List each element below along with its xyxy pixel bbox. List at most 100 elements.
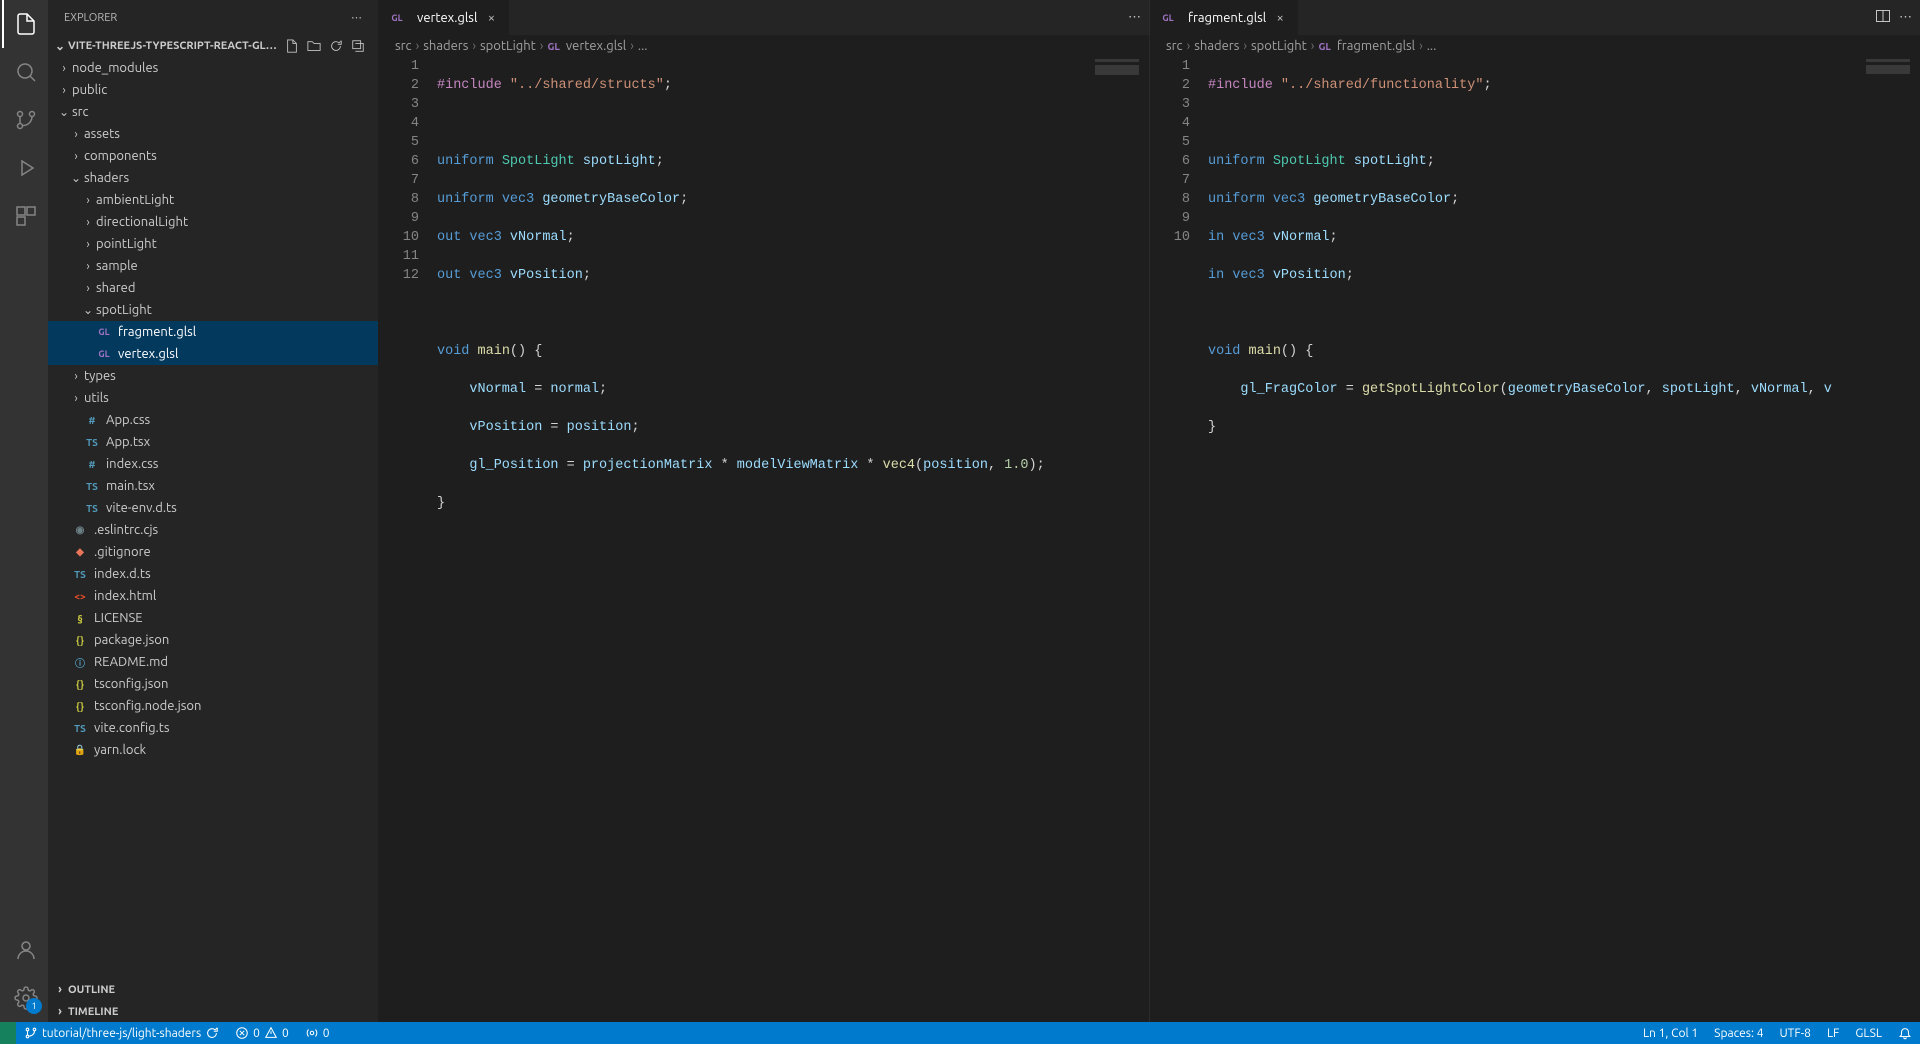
tree-file-gitignore[interactable]: ◆.gitignore (48, 541, 378, 563)
new-file-button[interactable] (282, 36, 302, 56)
activity-account[interactable] (2, 926, 50, 974)
tree-file-tsconfig[interactable]: {}tsconfig.json (48, 673, 378, 695)
code-content: #include "../shared/functionality"; unif… (1208, 57, 1920, 1022)
code-editor[interactable]: 12345678910 #include "../shared/function… (1150, 57, 1920, 1022)
minimap[interactable] (1089, 57, 1149, 1022)
status-language[interactable]: GLSL (1847, 1022, 1890, 1044)
tree-folder-utils[interactable]: ›utils (48, 387, 378, 409)
tree-file-readme[interactable]: ⓘREADME.md (48, 651, 378, 673)
tree-file-app-css[interactable]: #App.css (48, 409, 378, 431)
tree-file-yarn-lock[interactable]: 🔒yarn.lock (48, 739, 378, 761)
chevron-right-icon: › (416, 39, 420, 53)
editor-group-left: GL vertex.glsl × ⋯ src› shaders› spotLig… (378, 0, 1149, 1022)
activity-explorer[interactable] (2, 0, 50, 48)
outline-section[interactable]: ›OUTLINE (48, 978, 378, 1000)
status-eol[interactable]: LF (1819, 1022, 1847, 1044)
tree-file-license[interactable]: §LICENSE (48, 607, 378, 629)
tab-vertex-glsl[interactable]: GL vertex.glsl × (379, 0, 510, 35)
status-problems[interactable]: 0 0 (227, 1022, 297, 1044)
collapse-all-button[interactable] (348, 36, 368, 56)
code-editor[interactable]: 123456789101112 #include "../shared/stru… (379, 57, 1149, 1022)
line-gutter: 12345678910 (1150, 57, 1208, 1022)
tree-file-index-dts[interactable]: TSindex.d.ts (48, 563, 378, 585)
tree-file-vite-env[interactable]: TSvite-env.d.ts (48, 497, 378, 519)
new-folder-button[interactable] (304, 36, 324, 56)
status-spaces[interactable]: Spaces: 4 (1706, 1022, 1771, 1044)
tree-folder-ambientLight[interactable]: ›ambientLight (48, 189, 378, 211)
tab-fragment-glsl[interactable]: GL fragment.glsl × (1150, 0, 1299, 35)
tree-folder-node_modules[interactable]: ›node_modules (48, 57, 378, 79)
chevron-right-icon: › (52, 983, 68, 996)
refresh-button[interactable] (326, 36, 346, 56)
chevron-right-icon: › (68, 128, 84, 141)
timeline-section[interactable]: ›TIMELINE (48, 1000, 378, 1022)
activity-scm[interactable] (2, 96, 50, 144)
tree-folder-components[interactable]: ›components (48, 145, 378, 167)
tree-file-main-tsx[interactable]: TSmain.tsx (48, 475, 378, 497)
license-icon: § (72, 610, 88, 626)
editor-more[interactable]: ⋯ (1899, 10, 1912, 25)
status-lncol[interactable]: Ln 1, Col 1 (1635, 1022, 1706, 1044)
tree-file-index-html[interactable]: <>index.html (48, 585, 378, 607)
git-icon: ◆ (72, 544, 88, 560)
chevron-right-icon: › (68, 150, 84, 163)
close-icon[interactable]: × (483, 11, 499, 25)
tree-file-index-css[interactable]: #index.css (48, 453, 378, 475)
tree-folder-types[interactable]: ›types (48, 365, 378, 387)
breadcrumb[interactable]: src› shaders› spotLight› GLfragment.glsl… (1150, 35, 1920, 57)
status-bar: tutorial/three-js/light-shaders 0 0 0 Ln… (0, 1022, 1920, 1044)
tree-file-eslintrc[interactable]: ◉.eslintrc.cjs (48, 519, 378, 541)
glsl-icon: GL (547, 41, 559, 52)
tree-file-vertex-glsl[interactable]: GLvertex.glsl (48, 343, 378, 365)
project-section-header[interactable]: ⌄ VITE-THREEJS-TYPESCRIPT-REACT-GLSL-STA… (48, 35, 378, 57)
line-gutter: 123456789101112 (379, 57, 437, 1022)
split-editor-button[interactable] (1875, 8, 1891, 27)
sidebar-title: EXPLORER (64, 12, 117, 24)
breadcrumb[interactable]: src› shaders› spotLight› GLvertex.glsl› … (379, 35, 1149, 57)
chevron-right-icon: › (80, 260, 96, 273)
lock-icon: 🔒 (72, 742, 88, 758)
remote-button[interactable] (0, 1022, 16, 1044)
chevron-down-icon: ⌄ (56, 105, 72, 119)
chevron-down-icon: ⌄ (52, 39, 68, 53)
tree-folder-assets[interactable]: ›assets (48, 123, 378, 145)
sidebar-more[interactable]: ⋯ (351, 11, 362, 24)
ts-icon: TS (72, 566, 88, 582)
tree-folder-src[interactable]: ⌄src (48, 101, 378, 123)
activity-search[interactable] (2, 48, 50, 96)
warning-icon (264, 1026, 278, 1040)
file-tree: ›node_modules ›public ⌄src ›assets ›comp… (48, 57, 378, 978)
activity-debug[interactable] (2, 144, 50, 192)
chevron-right-icon: › (1243, 39, 1247, 53)
glsl-icon: GL (1318, 41, 1330, 52)
chevron-right-icon: › (80, 216, 96, 229)
tree-file-fragment-glsl[interactable]: GLfragment.glsl (48, 321, 378, 343)
account-icon (14, 938, 38, 962)
tree-file-package-json[interactable]: {}package.json (48, 629, 378, 651)
ts-icon: TS (72, 720, 88, 736)
chevron-right-icon: › (1187, 39, 1191, 53)
json-icon: {} (72, 632, 88, 648)
status-ports[interactable]: 0 (297, 1022, 338, 1044)
search-icon (14, 60, 38, 84)
tree-folder-sample[interactable]: ›sample (48, 255, 378, 277)
tree-file-tsconfig-node[interactable]: {}tsconfig.node.json (48, 695, 378, 717)
status-branch[interactable]: tutorial/three-js/light-shaders (16, 1022, 227, 1044)
chevron-right-icon: › (52, 1005, 68, 1018)
activity-extensions[interactable] (2, 192, 50, 240)
tree-file-app-tsx[interactable]: TSApp.tsx (48, 431, 378, 453)
tree-folder-pointLight[interactable]: ›pointLight (48, 233, 378, 255)
activity-settings[interactable]: 1 (2, 974, 50, 1022)
minimap[interactable] (1860, 57, 1920, 1022)
tree-folder-directionalLight[interactable]: ›directionalLight (48, 211, 378, 233)
tree-file-vite-config[interactable]: TSvite.config.ts (48, 717, 378, 739)
chevron-right-icon: › (1311, 39, 1315, 53)
status-notifications[interactable] (1890, 1022, 1920, 1044)
tree-folder-public[interactable]: ›public (48, 79, 378, 101)
tree-folder-shared[interactable]: ›shared (48, 277, 378, 299)
status-encoding[interactable]: UTF-8 (1771, 1022, 1818, 1044)
tree-folder-shaders[interactable]: ⌄shaders (48, 167, 378, 189)
tree-folder-spotLight[interactable]: ⌄spotLight (48, 299, 378, 321)
editor-more[interactable]: ⋯ (1128, 10, 1141, 25)
close-icon[interactable]: × (1272, 11, 1288, 25)
